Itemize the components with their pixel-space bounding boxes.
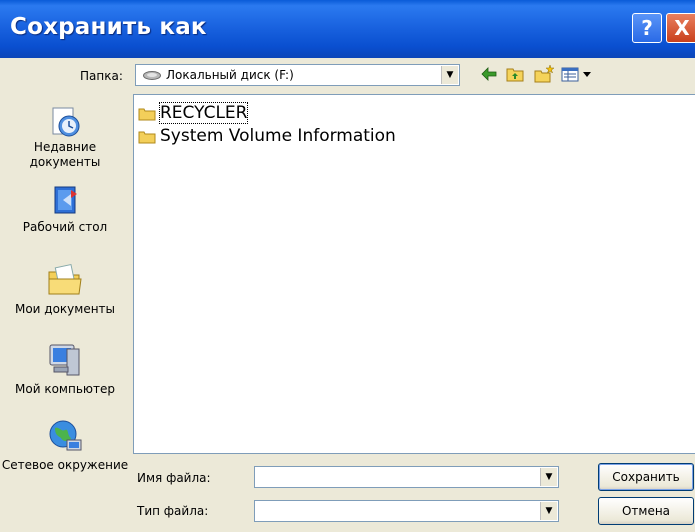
file-name: RECYCLER [158, 102, 249, 124]
recent-documents-icon [52, 107, 80, 137]
cancel-button[interactable]: Отмена [598, 497, 694, 525]
place-desktop[interactable]: Рабочий стол [0, 184, 130, 235]
title-bar: Сохранить как ? X [0, 0, 695, 58]
place-label: Мой компьютер [15, 382, 115, 396]
new-folder-icon[interactable] [533, 64, 555, 84]
save-button[interactable]: Сохранить [598, 463, 694, 491]
chevron-down-icon[interactable]: ▼ [540, 468, 557, 486]
filename-label: Имя файла: [137, 471, 211, 485]
places-bar: Недавние документы Рабочий стол Мои доку… [0, 92, 130, 524]
folder-icon [138, 131, 156, 144]
filetype-dropdown[interactable]: ▼ [254, 500, 559, 522]
folder-dropdown[interactable]: Локальный диск (F:) ▼ [135, 64, 460, 86]
up-folder-icon[interactable] [505, 64, 525, 84]
place-label: Недавние документы [29, 140, 101, 169]
file-list[interactable]: RECYCLER System Volume Information [133, 94, 695, 454]
place-label: Мои документы [14, 302, 116, 316]
view-menu-icon[interactable] [560, 64, 596, 84]
folder-icon [138, 108, 156, 121]
help-button[interactable]: ? [632, 13, 662, 43]
filename-input[interactable]: ▼ [254, 466, 559, 488]
my-documents-icon [48, 263, 82, 295]
filetype-label: Тип файла: [137, 504, 209, 518]
place-my-computer[interactable]: Мой компьютер [0, 340, 130, 397]
back-arrow-icon[interactable] [480, 64, 498, 84]
folder-label: Папка: [80, 69, 123, 83]
chevron-down-icon[interactable]: ▼ [441, 66, 458, 84]
folder-value: Локальный диск (F:) [166, 68, 294, 82]
desktop-icon [54, 186, 77, 214]
place-recent-documents[interactable]: Недавние документы [0, 104, 130, 170]
hard-drive-icon [143, 71, 161, 80]
dialog-title: Сохранить как [10, 14, 207, 40]
chevron-down-icon[interactable]: ▼ [540, 502, 557, 520]
place-my-documents[interactable]: Мои документы [0, 260, 130, 317]
network-places-icon [49, 420, 82, 451]
place-label: Рабочий стол [22, 220, 108, 234]
my-computer-icon [49, 344, 80, 376]
file-name: System Volume Information [160, 126, 396, 146]
place-label: Сетевое окружение [1, 458, 129, 472]
close-button[interactable]: X [666, 13, 695, 43]
place-network[interactable]: Сетевое окружение [0, 416, 130, 473]
